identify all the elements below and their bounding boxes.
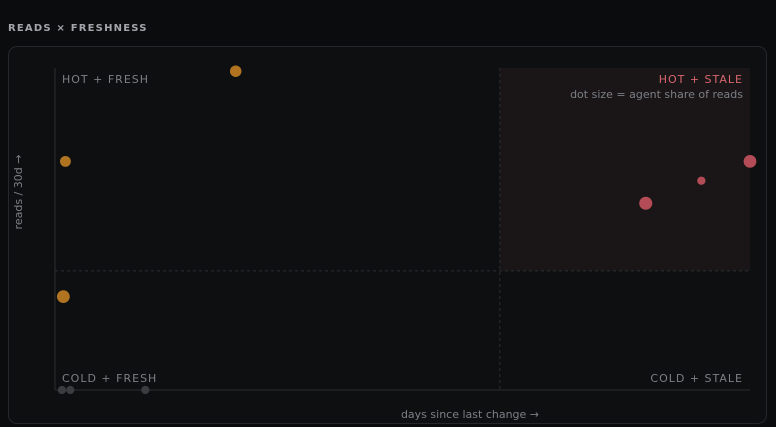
data-point-9[interactable]	[141, 385, 150, 395]
data-point-3[interactable]	[56, 290, 70, 304]
data-point-8[interactable]	[66, 385, 75, 395]
data-point-1[interactable]	[229, 65, 242, 77]
y-axis-label: reads / 30d →	[12, 155, 25, 230]
quadrant-label-hot-fresh: HOT + FRESH	[62, 73, 149, 86]
quadrant-label-cold-stale: COLD + STALE	[650, 372, 743, 385]
scatter-chart: HOT + FRESH HOT + STALE dot size = agent…	[12, 65, 757, 421]
data-point-7[interactable]	[57, 385, 67, 395]
data-point-5[interactable]	[697, 176, 706, 185]
quadrant-label-cold-fresh: COLD + FRESH	[62, 372, 157, 385]
quadrant-label-hot-stale: HOT + STALE	[659, 73, 743, 86]
size-legend-note: dot size = agent share of reads	[570, 88, 743, 101]
data-point-4[interactable]	[743, 154, 757, 168]
data-point-6[interactable]	[639, 196, 653, 210]
x-axis-label: days since last change →	[401, 408, 539, 421]
data-point-2[interactable]	[60, 155, 71, 167]
